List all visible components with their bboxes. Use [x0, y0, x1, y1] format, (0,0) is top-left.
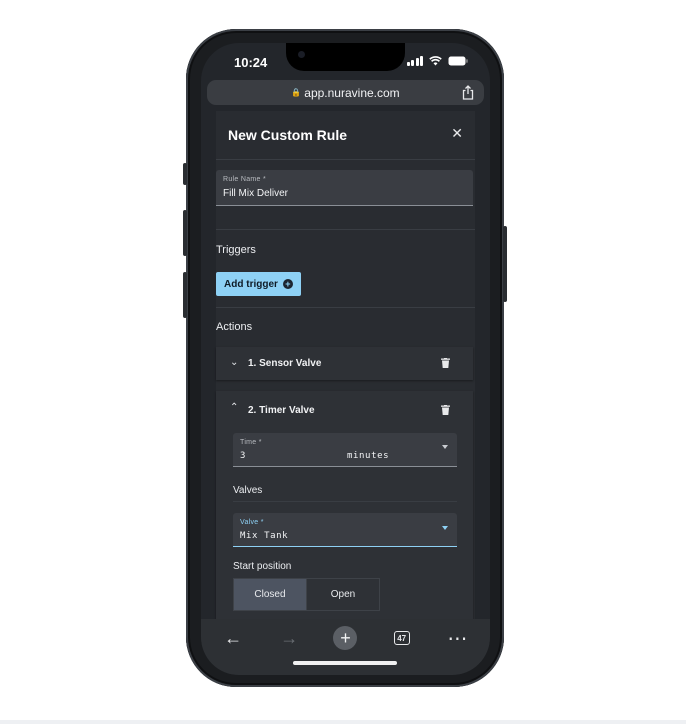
url-text: app.nuravine.com: [304, 85, 400, 100]
page-floor: [0, 720, 686, 724]
home-indicator: [293, 661, 397, 665]
more-dots-icon[interactable]: ⋯: [443, 625, 473, 651]
action-card-timer-valve: ⌃ 2. Timer Valve Time * 3 minutes Valves…: [216, 391, 473, 631]
divider: [216, 159, 475, 160]
add-trigger-label: Add trigger: [224, 278, 278, 290]
chevron-up-icon[interactable]: ⌃: [230, 402, 238, 413]
wifi-icon: [429, 56, 442, 66]
power-button: [503, 226, 507, 302]
rule-name-value: Fill Mix Deliver: [223, 188, 288, 199]
rule-name-field[interactable]: Rule Name * Fill Mix Deliver: [216, 170, 473, 206]
valve-select[interactable]: Valve * Mix Tank: [233, 513, 457, 547]
chevron-down-icon[interactable]: ⌄: [230, 357, 238, 368]
divider: [216, 307, 475, 308]
start-position-toggle: Closed Open: [233, 578, 380, 611]
rule-name-label: Rule Name *: [223, 176, 266, 183]
option-closed[interactable]: Closed: [234, 579, 306, 610]
valve-value: Mix Tank: [240, 531, 289, 541]
action-title: 2. Timer Valve: [248, 405, 315, 416]
status-time: 10:24: [234, 55, 268, 70]
share-icon[interactable]: [462, 85, 474, 100]
forward-arrow-icon[interactable]: →: [274, 625, 304, 651]
battery-icon: [448, 56, 468, 66]
time-label: Time *: [240, 439, 262, 446]
divider: [216, 229, 475, 230]
valve-label: Valve *: [240, 519, 264, 526]
triggers-heading: Triggers: [216, 244, 256, 256]
add-circle-icon: +: [282, 279, 293, 289]
action-card-sensor-valve[interactable]: ⌄ 1. Sensor Valve: [216, 347, 473, 380]
dropdown-arrow-icon[interactable]: [442, 526, 448, 530]
tabs-count-icon[interactable]: 47: [393, 631, 410, 645]
cellular-signal-icon: [406, 56, 423, 66]
new-tab-slot: +: [330, 625, 360, 651]
trash-icon[interactable]: [441, 405, 450, 415]
divider: [233, 501, 457, 502]
volume-up-button: [183, 210, 187, 256]
action-title: 1. Sensor Valve: [248, 358, 322, 369]
dialog-title: New Custom Rule: [228, 127, 348, 143]
custom-rule-dialog: New Custom Rule ✕ Rule Name * Fill Mix D…: [216, 111, 475, 631]
time-unit: minutes: [347, 451, 390, 461]
lock-icon: 🔒: [291, 88, 302, 97]
notch: [286, 43, 405, 71]
actions-heading: Actions: [216, 321, 253, 333]
dropdown-arrow-icon[interactable]: [442, 445, 448, 449]
close-icon[interactable]: ✕: [451, 125, 463, 142]
back-arrow-icon[interactable]: ←: [218, 625, 248, 651]
add-trigger-button[interactable]: Add trigger +: [216, 272, 301, 296]
address-bar[interactable]: 🔒 app.nuravine.com: [207, 80, 484, 105]
phone-screen: 10:24 🔒 app.nuravine.com New Custom Rule…: [201, 43, 490, 675]
status-icons: [406, 56, 469, 66]
start-position-label: Start position: [233, 561, 292, 572]
mute-switch: [183, 163, 187, 185]
trash-icon[interactable]: [441, 358, 450, 368]
volume-down-button: [183, 272, 187, 318]
option-open[interactable]: Open: [306, 579, 379, 610]
plus-icon[interactable]: +: [333, 626, 358, 650]
tabs-slot: 47: [387, 625, 417, 651]
time-field[interactable]: Time * 3 minutes: [233, 433, 457, 467]
valves-heading: Valves: [233, 485, 263, 496]
time-value: 3: [240, 451, 247, 461]
browser-toolbar: ← → + 47 ⋯: [201, 619, 490, 675]
